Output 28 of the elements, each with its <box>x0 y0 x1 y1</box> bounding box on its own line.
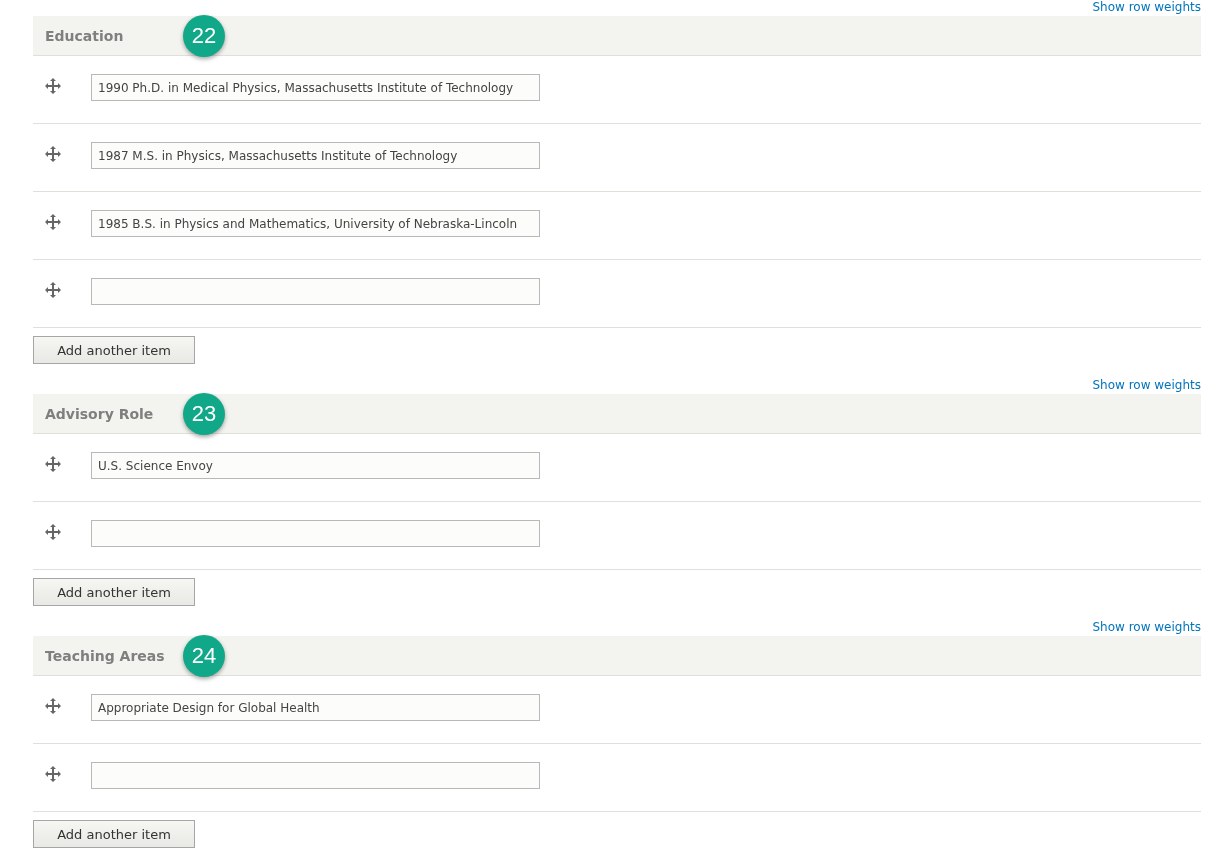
section-title: Education <box>45 27 124 44</box>
add-another-item-button[interactable]: Add another item <box>33 336 195 364</box>
add-another-item-button[interactable]: Add another item <box>33 820 195 848</box>
number-badge: 22 <box>183 15 225 57</box>
drag-handle-icon[interactable] <box>45 455 61 472</box>
drag-handle-icon[interactable] <box>45 77 61 94</box>
number-badge: 24 <box>183 635 225 677</box>
text-field[interactable]: U.S. Science Envoy <box>91 452 540 479</box>
drag-handle-icon[interactable] <box>45 523 61 540</box>
section-title: Teaching Areas <box>45 647 165 664</box>
drag-handle-icon[interactable] <box>45 213 61 230</box>
add-another-item-button[interactable]: Add another item <box>33 578 195 606</box>
text-field[interactable]: 1990 Ph.D. in Medical Physics, Massachusetts Institute of Technology <box>91 74 540 101</box>
text-field[interactable]: 1987 M.S. in Physics, Massachusetts Institute of Technology <box>91 142 540 169</box>
show-row-weights-link[interactable]: Show row weights <box>1092 0 1201 14</box>
text-field[interactable] <box>91 520 540 547</box>
text-field[interactable]: Appropriate Design for Global Health <box>91 694 540 721</box>
show-row-weights-link[interactable]: Show row weights <box>1092 378 1201 392</box>
show-row-weights-link[interactable]: Show row weights <box>1092 620 1201 634</box>
text-field[interactable] <box>91 278 540 305</box>
text-field[interactable]: 1985 B.S. in Physics and Mathematics, University of Nebraska-Lincoln <box>91 210 540 237</box>
drag-handle-icon[interactable] <box>45 145 61 162</box>
number-badge: 23 <box>183 393 225 435</box>
text-field[interactable] <box>91 762 540 789</box>
drag-handle-icon[interactable] <box>45 765 61 782</box>
section-title: Advisory Role <box>45 405 154 422</box>
drag-handle-icon[interactable] <box>45 697 61 714</box>
drag-handle-icon[interactable] <box>45 281 61 298</box>
